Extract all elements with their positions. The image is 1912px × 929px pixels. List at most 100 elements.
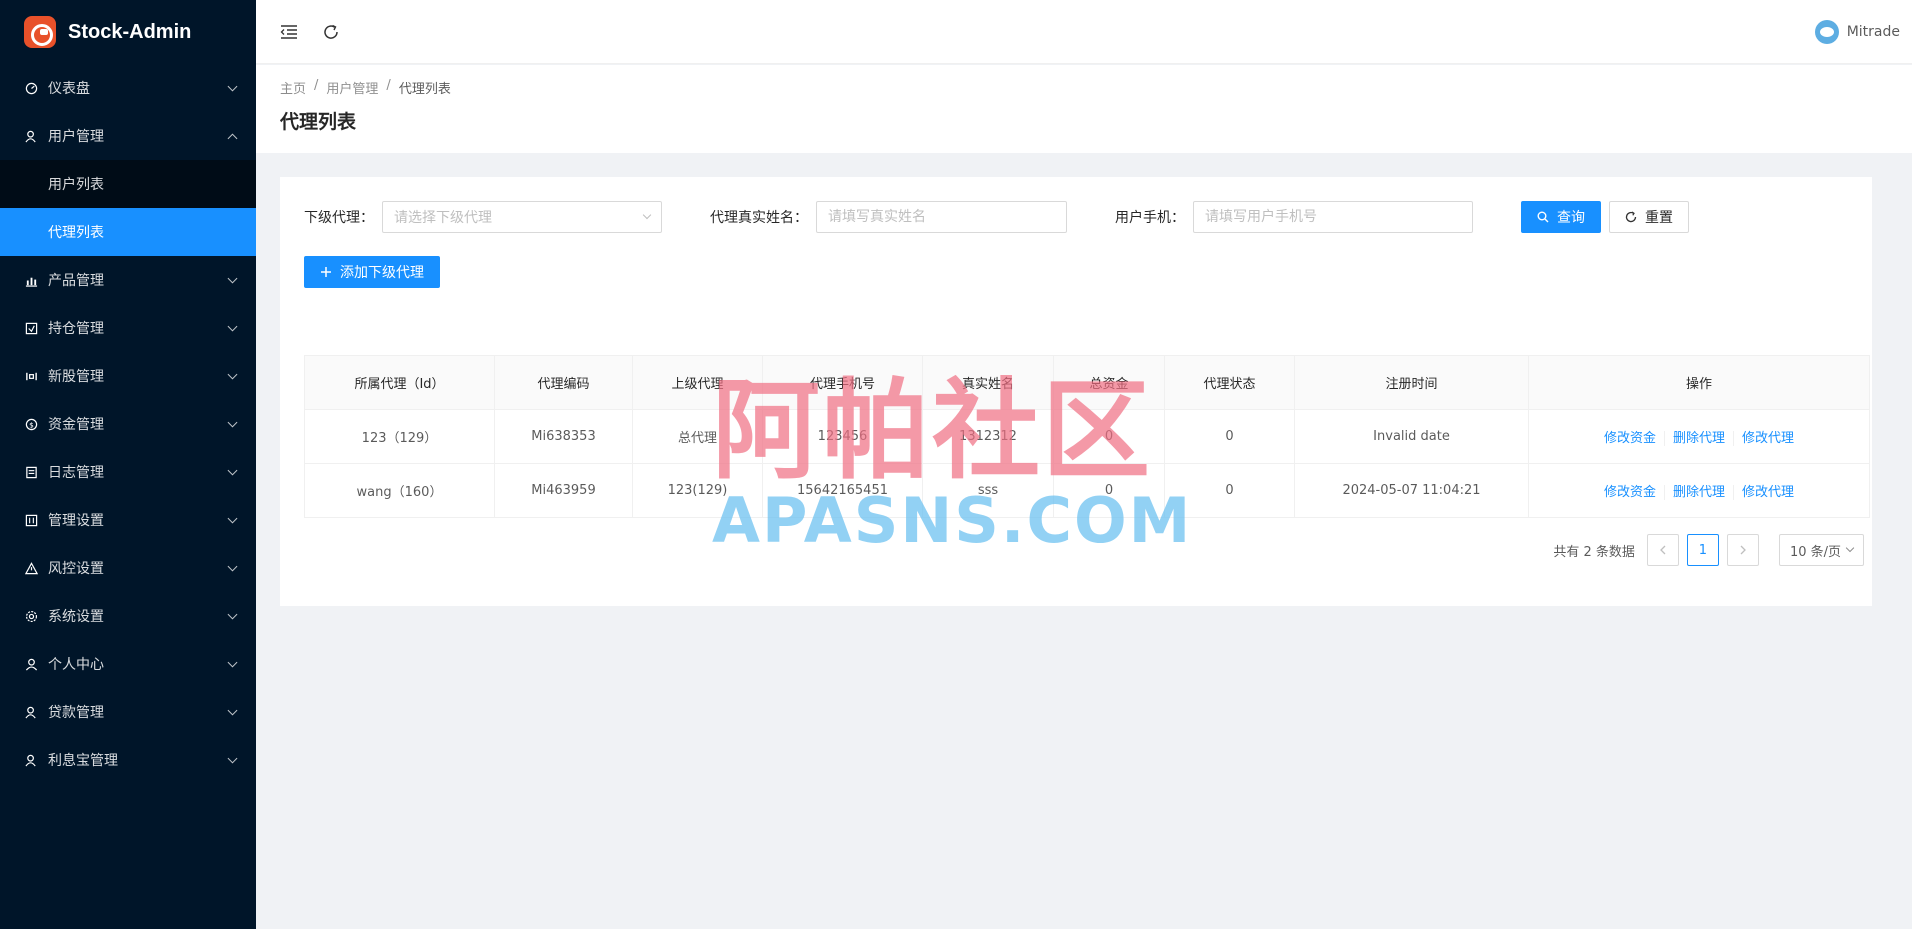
sub-agent-placeholder: 请选择下级代理 [394, 210, 492, 226]
menu-fold-icon[interactable] [278, 21, 300, 43]
col-status: 代理状态 [1164, 355, 1295, 410]
agent-table: 所属代理（Id） 代理编码 上级代理 代理手机号 真实姓名 总资金 代理状态 注… [304, 355, 1870, 518]
next-page-button[interactable] [1726, 534, 1759, 566]
real-name-input[interactable] [816, 201, 1067, 233]
reset-button[interactable]: 重置 [1609, 201, 1689, 233]
search-button[interactable]: 查询 [1521, 201, 1601, 233]
breadcrumb-user-management[interactable]: 用户管理 [326, 78, 378, 97]
delete-agent-link[interactable]: 删除代理 [1663, 485, 1733, 500]
sidebar-item-user-list[interactable]: 用户列表 [0, 160, 256, 208]
sidebar-item-product-management[interactable]: 产品管理 [0, 256, 256, 304]
cell-funds: 0 [1053, 463, 1165, 518]
phone-label: 用户手机： [1115, 210, 1185, 226]
warning-icon [24, 561, 38, 575]
chevron-down-icon [227, 513, 238, 523]
col-phone: 代理手机号 [762, 355, 923, 410]
table-header-row: 所属代理（Id） 代理编码 上级代理 代理手机号 真实姓名 总资金 代理状态 注… [304, 355, 1870, 410]
logo-icon [24, 16, 56, 48]
chevron-down-icon [642, 210, 652, 220]
col-time: 注册时间 [1294, 355, 1529, 410]
search-icon [1537, 211, 1549, 223]
sidebar-item-risk-settings[interactable]: 风控设置 [0, 544, 256, 592]
sidebar-item-label: 风控设置 [48, 561, 104, 577]
page-1-button[interactable]: 1 [1686, 534, 1719, 566]
sidebar-item-position-management[interactable]: 持仓管理 [0, 304, 256, 352]
cell-status: 0 [1164, 409, 1295, 464]
sidebar-item-label: 产品管理 [48, 273, 104, 289]
breadcrumb-home[interactable]: 主页 [280, 78, 306, 97]
sidebar-item-loan-management[interactable]: 贷款管理 [0, 688, 256, 736]
table-row: wang（160） Mi463959 123(129) 15642165451 … [304, 463, 1870, 518]
breadcrumb: 主页 / 用户管理 / 代理列表 [280, 65, 1912, 97]
position-icon [24, 321, 38, 335]
chevron-down-icon [227, 273, 238, 283]
chevron-down-icon [1845, 543, 1855, 553]
breadcrumb-current: 代理列表 [398, 82, 451, 97]
cell-actions: 修改资金 删除代理 修改代理 [1528, 463, 1870, 518]
logo[interactable]: Stock-Admin [0, 0, 256, 64]
log-icon [24, 465, 38, 479]
sidebar-item-interest-management[interactable]: 利息宝管理 [0, 736, 256, 784]
sub-agent-select[interactable]: 请选择下级代理 [382, 201, 662, 233]
cell-time: Invalid date [1294, 409, 1529, 464]
page-size-select[interactable]: 10 条/页 [1778, 534, 1864, 566]
col-parent: 上级代理 [632, 355, 763, 410]
top-header: Mitrade [256, 0, 1912, 64]
sidebar-item-ipo-management[interactable]: 新股管理 [0, 352, 256, 400]
sidebar-item-label: 持仓管理 [48, 321, 104, 337]
sidebar-item-personal-center[interactable]: 个人中心 [0, 640, 256, 688]
col-funds: 总资金 [1053, 355, 1165, 410]
chevron-down-icon [227, 417, 238, 427]
search-button-label: 查询 [1557, 210, 1585, 226]
page-header: 主页 / 用户管理 / 代理列表 代理列表 [256, 65, 1912, 153]
page-size-value: 10 条/页 [1789, 544, 1841, 560]
sidebar-item-label: 贷款管理 [48, 705, 104, 721]
edit-funds-link[interactable]: 修改资金 [1596, 431, 1664, 446]
sidebar-item-log-management[interactable]: 日志管理 [0, 448, 256, 496]
cell-code: Mi638353 [494, 409, 633, 464]
edit-agent-link[interactable]: 修改代理 [1733, 431, 1803, 446]
user-manage-icon [24, 129, 38, 143]
phone-input[interactable] [1193, 201, 1473, 233]
add-sub-agent-button[interactable]: 添加下级代理 [304, 256, 440, 288]
edit-funds-link[interactable]: 修改资金 [1596, 485, 1664, 500]
sidebar-item-label: 个人中心 [48, 657, 104, 673]
sidebar-item-label: 日志管理 [48, 465, 104, 481]
sidebar-item-dashboard[interactable]: 仪表盘 [0, 64, 256, 112]
interest-icon [24, 753, 38, 767]
cell-parent: 总代理 [632, 409, 763, 464]
sidebar-item-label: 用户管理 [48, 129, 104, 145]
sub-agent-label: 下级代理： [304, 210, 374, 226]
app-name: Stock-Admin [68, 20, 192, 43]
chevron-down-icon [227, 609, 238, 619]
cell-actions: 修改资金 删除代理 修改代理 [1528, 409, 1870, 464]
user-menu[interactable]: Mitrade [1814, 20, 1900, 44]
sidebar-item-label: 仪表盘 [48, 81, 90, 97]
content-card: 下级代理： 请选择下级代理 代理真实姓名： 用户手机： 查询 重置 添加下级代理… [280, 177, 1872, 606]
person-icon [24, 657, 38, 671]
submenu-user-management: 用户列表 代理列表 [0, 160, 256, 256]
sidebar-item-agent-list[interactable]: 代理列表 [0, 208, 256, 256]
sidebar-item-admin-settings[interactable]: 管理设置 [0, 496, 256, 544]
prev-page-button[interactable] [1646, 534, 1679, 566]
chevron-down-icon [227, 705, 238, 715]
sidebar-item-user-management[interactable]: 用户管理 [0, 112, 256, 160]
chevron-down-icon [227, 465, 238, 475]
cell-agent: 123（129） [304, 409, 495, 464]
refresh-icon[interactable] [320, 21, 342, 43]
username: Mitrade [1846, 24, 1900, 40]
cell-phone: 123456 [762, 409, 923, 464]
sidebar-item-label: 资金管理 [48, 417, 104, 433]
delete-agent-link[interactable]: 删除代理 [1663, 431, 1733, 446]
sidebar-item-system-settings[interactable]: 系统设置 [0, 592, 256, 640]
chevron-up-icon [227, 133, 238, 143]
edit-agent-link[interactable]: 修改代理 [1733, 485, 1803, 500]
sidebar-item-label: 新股管理 [48, 369, 104, 385]
sidebar-item-fund-management[interactable]: $ 资金管理 [0, 400, 256, 448]
real-name-label: 代理真实姓名： [710, 210, 808, 226]
cell-parent: 123(129) [632, 463, 763, 518]
admin-settings-icon [24, 513, 38, 527]
plus-icon [320, 266, 332, 278]
cell-name: sss [922, 463, 1054, 518]
filter-row: 下级代理： 请选择下级代理 代理真实姓名： 用户手机： 查询 重置 [304, 201, 1864, 233]
